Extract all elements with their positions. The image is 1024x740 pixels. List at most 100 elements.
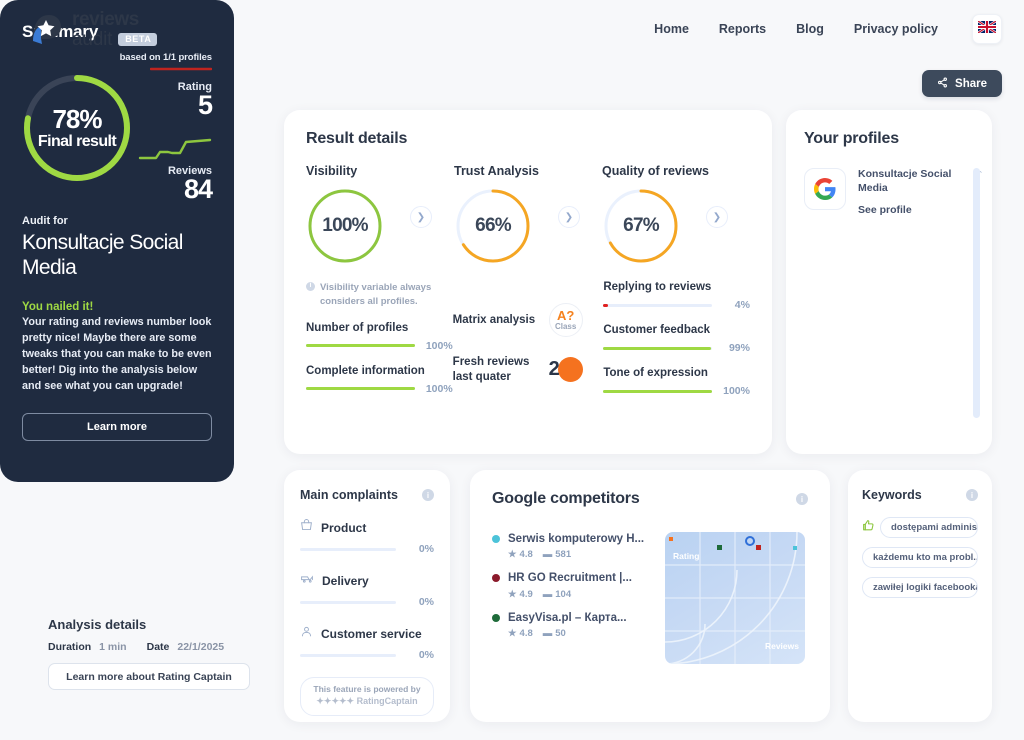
main-complaints-title: Main complaints <box>300 488 398 502</box>
competitor-list-item[interactable]: Serwis komputerowy H... ★ 4.8 ▬ 581 <box>492 532 657 560</box>
competitor-reviews-value: 581 <box>555 549 572 561</box>
profile-list-item[interactable]: Konsultacje Social Media See profile <box>804 168 974 216</box>
visibility-note: i Visibility variable always considers a… <box>306 281 453 309</box>
complaint-customer-service-label: Customer service <box>321 627 422 641</box>
bar-number-of-profiles-track <box>306 344 415 348</box>
thumbs-up-icon <box>862 519 875 537</box>
competitor-reviews-value: 104 <box>555 588 572 600</box>
final-result-percent: 78% <box>52 104 102 134</box>
rating-value: 5 <box>197 90 213 120</box>
brand-logo[interactable]: reviews audit BETA <box>28 10 158 50</box>
chart-ylabel: Rating <box>673 551 700 561</box>
matrix-class-caption: Class <box>554 322 577 331</box>
bar-complete-information-track <box>306 387 415 391</box>
metric-trust-details-button[interactable]: ❯ <box>558 206 580 228</box>
star-icon: ★ <box>508 628 517 640</box>
metric-visibility-percent: 100% <box>322 215 368 236</box>
bar-number-of-profiles: Number of profiles 100% <box>306 322 453 352</box>
competitor-rating: ★ 4.8 <box>508 628 533 639</box>
result-metrics-row: Visibility 100% ❯ Trust Analysis 66% ❯ Q… <box>306 164 750 265</box>
visibility-breakdown: i Visibility variable always considers a… <box>306 281 453 397</box>
bar-replying-to-reviews: Replying to reviews 4% <box>603 281 750 311</box>
metric-quality-percent: 67% <box>623 215 659 236</box>
keywords-card: Keywords i dostępami adminis... każdemu … <box>848 470 992 722</box>
fresh-reviews-count: 2 <box>548 358 560 380</box>
competitor-name: Serwis komputerowy H... <box>508 533 645 545</box>
keyword-chip[interactable]: zawiłej logiki facebooka <box>862 577 978 598</box>
fresh-reviews-row: Fresh reviews last quater 2 <box>453 355 604 385</box>
complaint-product: Product 0% <box>300 519 434 555</box>
bar-tone-value: 100% <box>723 385 750 397</box>
fresh-reviews-label: Fresh reviews last quater <box>452 356 530 383</box>
chart-xlabel: Reviews <box>764 641 799 651</box>
see-profile-link[interactable]: See profile <box>858 204 974 216</box>
matrix-analysis-class-badge: A? Class <box>548 303 583 337</box>
bar-complete-information-value: 100% <box>425 382 453 395</box>
result-details-title: Result details <box>306 130 408 147</box>
competitor-list-item[interactable]: HR GO Recruitment |... ★ 4.9 ▬ 104 <box>492 571 657 600</box>
learn-more-rating-captain-button[interactable]: Learn more about Rating Captain <box>48 663 250 690</box>
result-details-card: Result details Visibility 100% ❯ Trust A… <box>284 110 772 454</box>
bar-replying-value: 4% <box>734 299 750 311</box>
analysis-details-title: Analysis details <box>48 617 147 632</box>
bar-number-of-profiles-label: Number of profiles <box>306 321 409 334</box>
info-icon[interactable]: i <box>422 489 434 501</box>
complaint-product-track <box>300 547 396 551</box>
metric-visibility-label: Visibility <box>306 164 358 178</box>
duration-value: 1 min <box>99 641 127 653</box>
profiles-scrollbar[interactable] <box>973 168 980 418</box>
brand-wordmark: reviews audit BETA <box>72 10 158 50</box>
nav-item-privacy-policy[interactable]: Privacy policy <box>854 22 938 36</box>
verdict-title: You nailed it! <box>22 300 94 313</box>
competitor-reviews-value: 50 <box>555 628 566 640</box>
analysis-details: Analysis details Duration 1 min Date 22/… <box>48 617 278 690</box>
info-icon[interactable]: i <box>966 489 978 501</box>
metric-trust-analysis: Trust Analysis 66% ❯ <box>454 164 602 265</box>
competitor-rating: ★ 4.8 <box>508 549 533 560</box>
matrix-analysis-label: Matrix analysis <box>452 313 536 326</box>
main-nav: Home Reports Blog Privacy policy <box>654 14 1002 44</box>
complaint-product-value: 0% <box>418 543 434 555</box>
brand-line-2: audit <box>72 28 113 50</box>
competitor-review-count: ▬ 104 <box>543 589 571 600</box>
metric-visibility-details-button[interactable]: ❯ <box>410 206 432 228</box>
complaint-customer-service-value: 0% <box>418 649 434 661</box>
complaint-product-label: Product <box>321 521 367 535</box>
trust-breakdown: Matrix analysis A? Class Fresh reviews l… <box>453 281 604 397</box>
summary-card: Summary based on 1/1 profiles 78% Final … <box>0 0 234 482</box>
summary-learn-more-button[interactable]: Learn more <box>22 413 212 442</box>
beta-badge: BETA <box>118 32 158 46</box>
metric-quality-of-reviews: Quality of reviews 67% ❯ <box>602 164 750 265</box>
language-switcher[interactable] <box>972 14 1002 44</box>
share-button[interactable]: Share <box>922 70 1002 97</box>
metric-quality-details-button[interactable]: ❯ <box>706 206 728 228</box>
competitor-rating-value: 4.8 <box>519 549 533 561</box>
rating-sparkline <box>150 67 212 71</box>
basket-icon <box>300 519 313 537</box>
info-icon: i <box>306 282 315 291</box>
keyword-chip[interactable]: dostępami adminis... <box>880 517 978 538</box>
quality-breakdown: Replying to reviews 4% Customer feedback <box>603 281 750 397</box>
nav-item-reports[interactable]: Reports <box>719 22 766 36</box>
competitor-review-count: ▬ 50 <box>543 628 566 639</box>
your-profiles-title: Your profiles <box>804 130 899 147</box>
duration-label: Duration <box>48 641 92 653</box>
info-icon[interactable]: i <box>796 493 808 505</box>
metric-trust-percent: 66% <box>475 215 511 236</box>
competitor-name: EasyVisa.pl – Карта... <box>508 611 627 624</box>
metric-trust-ring: 66% <box>454 187 532 265</box>
reviews-audit-logo-icon <box>28 11 64 47</box>
metric-quality-ring: 67% <box>602 187 680 265</box>
rating-captain-stars-icon: ✦✦✦✦✦ <box>316 696 357 707</box>
competitor-list-item[interactable]: EasyVisa.pl – Карта... ★ 4.8 ▬ 50 <box>492 611 657 639</box>
bar-customer-feedback-value: 99% <box>728 342 750 354</box>
metric-visibility: Visibility 100% ❯ <box>306 164 454 265</box>
nav-item-blog[interactable]: Blog <box>796 22 824 36</box>
complaint-customer-service: Customer service 0% <box>300 625 434 661</box>
date-value: 22/1/2025 <box>177 641 225 653</box>
complaint-delivery-track <box>300 600 396 604</box>
nav-item-home[interactable]: Home <box>654 22 689 36</box>
keyword-chip[interactable]: każdemu kto ma probl... <box>862 547 978 568</box>
bar-replying-track <box>603 303 712 307</box>
google-competitors-card: Google competitors i Serwis komputerowy … <box>470 470 830 722</box>
